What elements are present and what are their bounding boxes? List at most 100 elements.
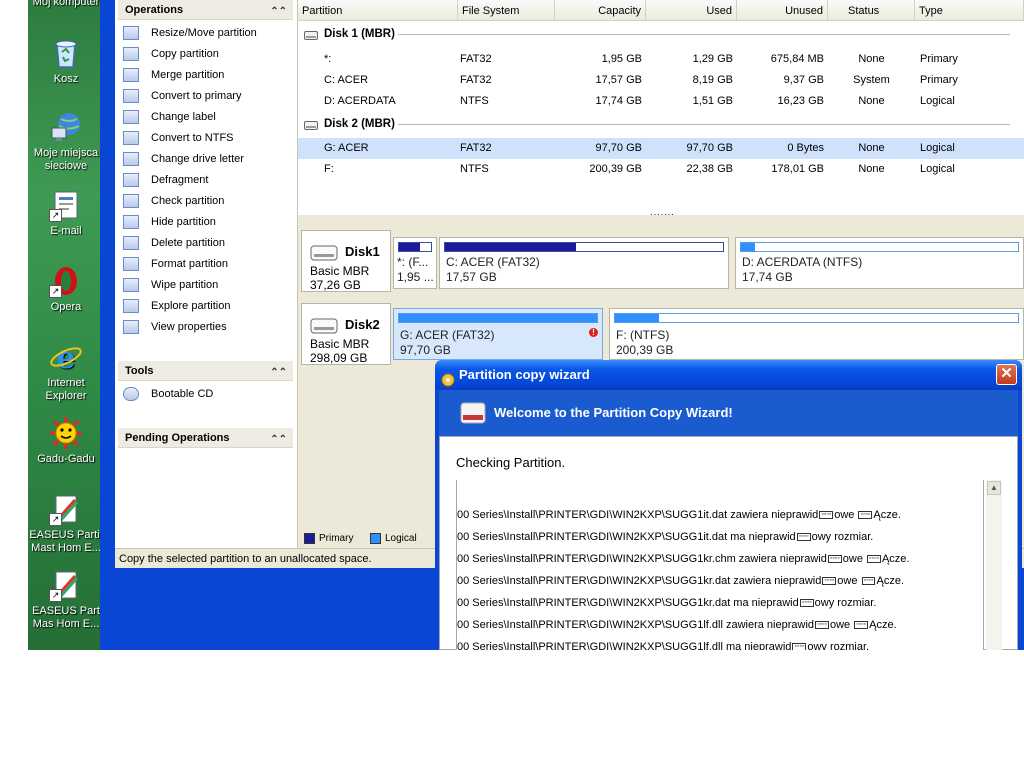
log-line: 00 Series\Install\PRINTER\GDI\WIN2KXP\SU… <box>457 570 904 592</box>
merge-icon <box>123 68 139 83</box>
hard-disk-icon <box>310 242 338 265</box>
log-text: owy rozmiar. <box>811 531 874 543</box>
pending-section-header[interactable]: Pending Operations ⌃⌃ <box>118 428 293 448</box>
cell-used: 22,38 GB <box>686 163 733 175</box>
log-line: 00 Series\Install\PRINTER\GDI\WIN2KXP\SU… <box>457 504 901 526</box>
shortcut-arrow-icon: ↗ <box>49 285 62 298</box>
table-row[interactable]: F: NTFS 200,39 GB 22,38 GB 178,01 GB Non… <box>298 159 1024 180</box>
col-used[interactable]: Used <box>646 0 737 21</box>
desktop-icon-gadu-gadu[interactable]: Gadu-Gadu <box>28 416 106 466</box>
gadu-gadu-icon <box>49 416 83 450</box>
desktop-icon-internet-explorer[interactable]: e Internet Explorer <box>28 340 106 403</box>
delete-icon <box>123 236 139 251</box>
unknown-char-glyph: ◦◦◦◦ <box>799 599 814 608</box>
wizard-panel: Checking Partition. 00 Series\Install\PR… <box>439 436 1018 650</box>
log-line: 00 Series\Install\PRINTER\GDI\WIN2KXP\SU… <box>457 636 869 650</box>
disk1-segment[interactable]: D: ACERDATA (NTFS) 17,74 GB <box>735 237 1024 289</box>
op-label: Defragment <box>151 174 209 186</box>
tool-bootable-cd[interactable]: Bootable CD <box>123 384 213 405</box>
table-row-selected[interactable]: G: ACER FAT32 97,70 GB 97,70 GB 0 Bytes … <box>298 138 1024 159</box>
cell-partition: F: <box>324 163 334 175</box>
op-convert-to-ntfs[interactable]: Convert to NTFS <box>123 128 234 149</box>
segment-size: 17,74 GB <box>742 270 793 284</box>
disk-group-header[interactable]: Disk 1 (MBR) <box>298 24 1024 45</box>
op-change-label[interactable]: Change label <box>123 107 216 128</box>
col-status[interactable]: Status <box>828 0 915 21</box>
segment-size: 17,57 GB <box>446 270 497 284</box>
disk2-info[interactable]: Disk2 Basic MBR 298,09 GB <box>301 303 391 365</box>
op-merge-partition[interactable]: Merge partition <box>123 65 224 86</box>
disk1-info[interactable]: Disk1 Basic MBR 37,26 GB <box>301 230 391 292</box>
col-file-system[interactable]: File System <box>458 0 555 21</box>
desktop-icon-easeus-2[interactable]: ↗ EASEUS Part Mas Hom E... <box>28 568 106 631</box>
disk1-segment[interactable]: C: ACER (FAT32) 17,57 GB <box>439 237 729 289</box>
cell-unused: 675,84 MB <box>770 53 824 65</box>
op-resize-move-partition[interactable]: Resize/Move partition <box>123 23 257 44</box>
usage-fill <box>445 243 576 251</box>
operations-title: Operations <box>125 4 184 16</box>
op-label: Convert to NTFS <box>151 132 234 144</box>
col-partition[interactable]: Partition <box>298 0 458 21</box>
op-hide-partition[interactable]: Hide partition <box>123 212 216 233</box>
log-line: 00 Series\Install\PRINTER\GDI\WIN2KXP\SU… <box>457 592 876 614</box>
desktop-icon-my-computer[interactable]: Mój komputer <box>28 0 106 9</box>
close-button[interactable]: ✕ <box>996 364 1017 385</box>
scroll-up-icon[interactable]: ▲ <box>987 481 1001 495</box>
table-row[interactable]: *: FAT32 1,95 GB 1,29 GB 675,84 MB None … <box>298 49 1024 70</box>
disk2-kind: Basic MBR <box>310 337 370 351</box>
defragment-icon <box>123 173 139 188</box>
copy-icon <box>123 47 139 62</box>
log-list[interactable]: 00 Series\Install\PRINTER\GDI\WIN2KXP\SU… <box>456 480 984 650</box>
op-wipe-partition[interactable]: Wipe partition <box>123 275 218 296</box>
unknown-char-glyph: ◦◦◦◦ <box>858 511 873 520</box>
convert-icon <box>123 89 139 104</box>
desktop-icon-email[interactable]: ↗ E-mail <box>28 188 106 238</box>
group-divider <box>398 34 1010 35</box>
table-row[interactable]: D: ACERDATA NTFS 17,74 GB 1,51 GB 16,23 … <box>298 91 1024 112</box>
op-defragment[interactable]: Defragment <box>123 170 208 191</box>
usage-bar <box>398 242 432 252</box>
op-format-partition[interactable]: Format partition <box>123 254 228 275</box>
log-text: Ączе. <box>876 575 904 587</box>
desktop-icon-easeus-1[interactable]: ↗ EASEUS Partit Mast Hom E... <box>28 492 106 555</box>
disk1-segment[interactable]: *: (F... 1,95 ... <box>393 237 437 289</box>
col-type[interactable]: Type <box>915 0 1024 21</box>
op-delete-partition[interactable]: Delete partition <box>123 233 225 254</box>
usage-fill <box>399 243 421 251</box>
desktop-icon-opera[interactable]: ↗ Opera <box>28 264 106 314</box>
op-view-properties[interactable]: View properties <box>123 317 227 338</box>
disk2-segment-selected[interactable]: G: ACER (FAT32) 97,70 GB ! <box>393 308 603 360</box>
desktop-icon-network-places[interactable]: Moje miejsca sieciowe <box>28 110 106 173</box>
operations-section-header[interactable]: Operations ⌃⌃ <box>118 0 293 20</box>
op-explore-partition[interactable]: Explore partition <box>123 296 231 317</box>
cell-capacity: 97,70 GB <box>595 142 642 154</box>
drive-letter-icon <box>123 152 139 167</box>
segment-size: 200,39 GB <box>616 343 674 357</box>
table-row[interactable]: C: ACER FAT32 17,57 GB 8,19 GB 9,37 GB S… <box>298 70 1024 91</box>
op-change-drive-letter[interactable]: Change drive letter <box>123 149 244 170</box>
splitter-grip[interactable]: · · · · · · · <box>650 209 674 219</box>
cell-status: None <box>858 163 885 175</box>
op-copy-partition[interactable]: Copy partition <box>123 44 219 65</box>
disk-group-header[interactable]: Disk 2 (MBR) <box>298 114 1024 135</box>
op-convert-to-primary[interactable]: Convert to primary <box>123 86 241 107</box>
recycle-bin-icon <box>49 36 83 70</box>
desktop-icon-recycle-bin[interactable]: Kosz <box>28 36 106 86</box>
op-check-partition[interactable]: Check partition <box>123 191 224 212</box>
collapse-chevron-icon[interactable]: ⌃⌃ <box>270 430 287 450</box>
cell-fs: FAT32 <box>460 142 492 154</box>
tools-section-header[interactable]: Tools ⌃⌃ <box>118 361 293 381</box>
usage-fill <box>741 243 755 251</box>
collapse-chevron-icon[interactable]: ⌃⌃ <box>270 2 287 22</box>
disk1-name: Disk1 <box>345 244 380 259</box>
log-scrollbar[interactable]: ▲ <box>986 480 1002 650</box>
wizard-titlebar[interactable]: Partition copy wizard ✕ <box>435 360 1022 390</box>
svg-text:e: e <box>56 341 75 374</box>
disk2-segment[interactable]: F: (NTFS) 200,39 GB <box>609 308 1024 360</box>
usage-fill <box>615 314 660 322</box>
easeus-2-label: EASEUS Part Mas Hom E... <box>32 605 100 630</box>
collapse-chevron-icon[interactable]: ⌃⌃ <box>270 363 287 383</box>
col-unused[interactable]: Unused <box>737 0 828 21</box>
shortcut-arrow-icon: ↗ <box>49 513 62 526</box>
col-capacity[interactable]: Capacity <box>555 0 646 21</box>
